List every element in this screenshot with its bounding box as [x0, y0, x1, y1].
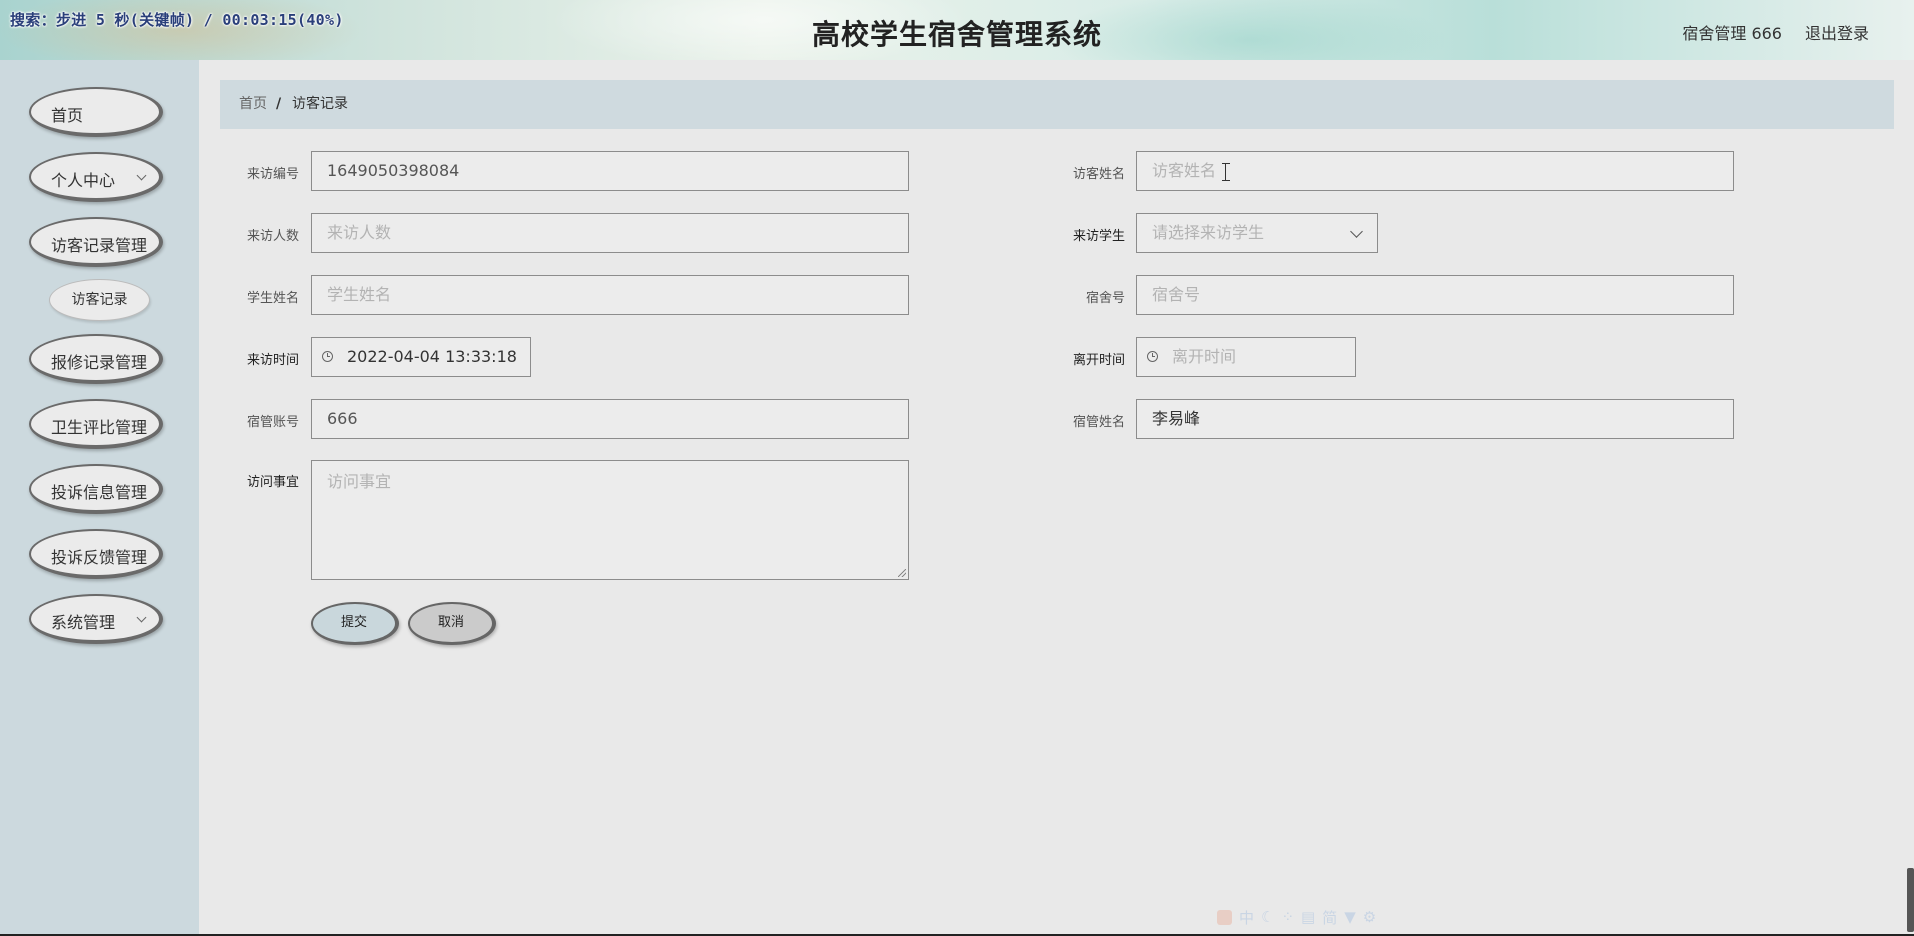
current-user-info: 宿舍管理 666: [1682, 24, 1782, 43]
chevron-down-icon: [1350, 225, 1363, 238]
breadcrumb-current: 访客记录: [292, 96, 348, 112]
cancel-button[interactable]: 取消: [408, 602, 496, 645]
visitor-name-placeholder: 访客姓名: [1152, 161, 1217, 180]
visit-no-field[interactable]: 1649050398084: [311, 151, 909, 191]
leave-time-placeholder: 离开时间: [1172, 347, 1237, 366]
simplified-label: 简: [1322, 908, 1338, 927]
visited-student-placeholder: 请选择来访学生: [1152, 223, 1265, 242]
scrollbar-handle[interactable]: [1907, 868, 1914, 932]
text-cursor-icon: [1222, 163, 1230, 181]
sidebar-item-complaint-management[interactable]: 投诉信息管理: [29, 464, 163, 514]
manager-name-field[interactable]: 李易峰: [1136, 399, 1734, 439]
sidebar-item-repair-management[interactable]: 报修记录管理: [29, 334, 163, 384]
resize-grip-icon[interactable]: [898, 569, 906, 577]
breadcrumb-separator: /: [276, 96, 282, 112]
sidebar-item-home[interactable]: 首页: [29, 87, 163, 137]
logout-link[interactable]: 退出登录: [1805, 20, 1869, 44]
keyboard-icon: ▤: [1301, 908, 1316, 926]
manager-account-label: 宿管账号: [246, 415, 299, 430]
dorm-no-label: 宿舍号: [1085, 291, 1125, 306]
skin-icon: ▼: [1344, 908, 1356, 926]
leave-time-picker[interactable]: 离开时间: [1136, 337, 1356, 377]
visit-time-value: 2022-04-04 13:33:18: [347, 347, 517, 366]
system-title: 高校学生宿舍管理系统: [811, 18, 1102, 51]
visit-matter-textarea[interactable]: 访问事宜: [311, 460, 909, 580]
sidebar-item-hygiene-management[interactable]: 卫生评比管理: [29, 399, 163, 449]
visitor-count-placeholder: 来访人数: [327, 223, 392, 242]
chevron-down-icon: [136, 612, 147, 623]
sidebar-item-label: 报修记录管理: [51, 353, 148, 372]
sidebar-menu: 首页 个人中心 访客记录管理 访客记录 报修记录管理 卫生评比管理 投诉信息管理…: [0, 60, 199, 936]
visit-no-value: 1649050398084: [327, 161, 460, 180]
breadcrumb: 首页 / 访客记录: [220, 80, 1894, 129]
sidebar-item-label: 投诉反馈管理: [51, 548, 148, 567]
sidebar-subitem-visitor-records[interactable]: 访客记录: [49, 279, 150, 321]
sidebar-item-label: 访客记录管理: [51, 236, 148, 255]
visit-matter-label: 访问事宜: [246, 475, 299, 490]
visited-student-select[interactable]: 请选择来访学生: [1136, 213, 1378, 253]
breadcrumb-home-link[interactable]: 首页: [239, 80, 267, 129]
clock-icon: [322, 351, 333, 362]
sidebar-item-label: 首页: [51, 106, 84, 125]
punctuation-icon: ⁘: [1281, 908, 1295, 926]
visitor-count-field[interactable]: 来访人数: [311, 213, 909, 253]
dorm-no-placeholder: 宿舍号: [1152, 285, 1201, 304]
sidebar-item-label: 个人中心: [51, 171, 116, 190]
visit-time-label: 来访时间: [246, 353, 299, 368]
top-header: 搜索：步进 5 秒(关键帧) / 00:03:15(40%) 高校学生宿舍管理系…: [0, 0, 1914, 60]
student-name-field[interactable]: 学生姓名: [311, 275, 909, 315]
ime-logo-icon: [1217, 909, 1232, 925]
visitor-count-label: 来访人数: [246, 229, 299, 244]
sidebar-item-label: 卫生评比管理: [51, 418, 148, 437]
manager-name-value: 李易峰: [1152, 409, 1201, 428]
manager-account-field[interactable]: 666: [311, 399, 909, 439]
leave-time-label: 离开时间: [1072, 353, 1125, 368]
manager-name-label: 宿管姓名: [1072, 415, 1125, 430]
dorm-no-field[interactable]: 宿舍号: [1136, 275, 1734, 315]
sidebar-item-label: 系统管理: [51, 613, 116, 632]
sidebar-item-feedback-management[interactable]: 投诉反馈管理: [29, 529, 163, 579]
student-name-label: 学生姓名: [246, 291, 299, 306]
visited-student-label: 来访学生: [1072, 229, 1125, 244]
sidebar-item-system-management[interactable]: 系统管理: [29, 594, 163, 644]
ime-mode-label: 中: [1239, 908, 1255, 927]
moon-icon: ☾: [1261, 908, 1275, 926]
chevron-down-icon: [136, 170, 147, 181]
visitor-name-label: 访客姓名: [1072, 167, 1125, 182]
gear-icon: ⚙: [1362, 908, 1377, 926]
visit-no-label: 来访编号: [246, 167, 299, 182]
visit-matter-placeholder: 访问事宜: [327, 472, 392, 491]
manager-account-value: 666: [327, 409, 358, 428]
visit-time-picker[interactable]: 2022-04-04 13:33:18: [311, 337, 531, 377]
sidebar-item-label: 投诉信息管理: [51, 483, 148, 502]
student-name-placeholder: 学生姓名: [327, 285, 392, 304]
ime-toolbar: 中 ☾ ⁘ ▤ 简 ▼ ⚙: [1217, 907, 1376, 927]
clock-icon: [1147, 351, 1158, 362]
submit-button[interactable]: 提交: [311, 602, 399, 645]
sidebar-item-visitor-management[interactable]: 访客记录管理: [29, 217, 163, 267]
sidebar-item-personal-center[interactable]: 个人中心: [29, 152, 163, 202]
